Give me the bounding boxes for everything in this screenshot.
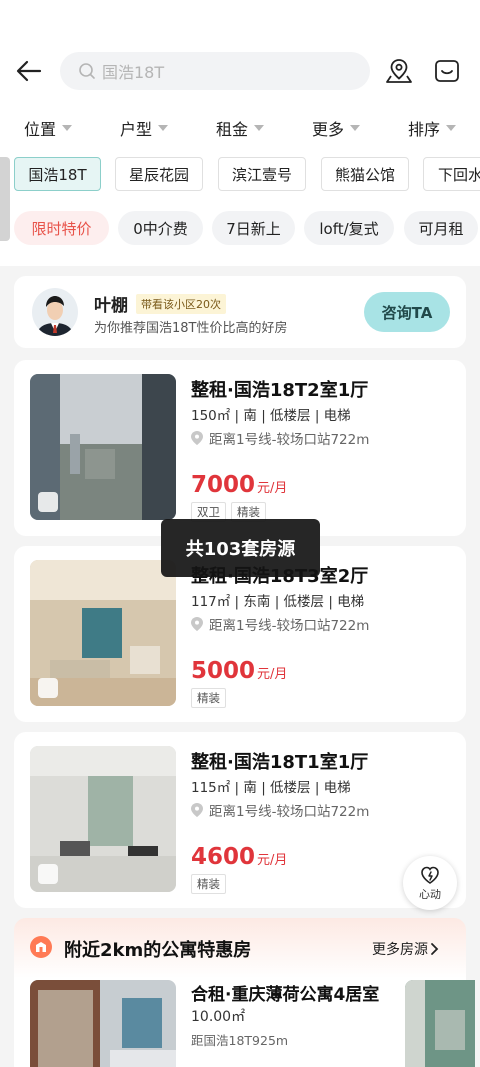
- listing-photo: [30, 560, 176, 706]
- chip-community[interactable]: 滨江壹号: [218, 157, 306, 191]
- chip-community[interactable]: 星辰花园: [115, 157, 203, 191]
- listing-meta: 150㎡ | 南 | 低楼层 | 电梯: [191, 408, 351, 424]
- result-count-toast: 共103套房源: [161, 519, 320, 577]
- listing-label: 精装: [191, 688, 226, 708]
- filter-more[interactable]: 更多: [312, 116, 361, 140]
- map-location-icon[interactable]: [384, 56, 414, 86]
- nearby-area: 10.00㎡: [191, 1009, 246, 1025]
- dropdown-triangle-icon: [254, 125, 265, 131]
- dropdown-triangle-icon: [350, 125, 361, 131]
- top-area: 国浩18T 位置 户型 租金 更多 排序 国浩18T 星辰花园 滨江壹号 熊猫公…: [0, 0, 480, 266]
- location-pin-icon: [191, 617, 203, 631]
- tag-option[interactable]: loft/复式: [304, 211, 394, 245]
- vr-tour-icon: [38, 678, 58, 698]
- heart-icon: [421, 866, 439, 884]
- listing-distance: 距离1号线-较场口站722m: [191, 800, 369, 820]
- vr-tour-icon: [38, 492, 58, 512]
- apartment-icon: [30, 936, 52, 958]
- agent-card[interactable]: 叶棚 带看该小区20次 为你推荐国浩18T性价比高的好房 咨询TA: [14, 276, 466, 348]
- side-drawer-handle[interactable]: [0, 157, 10, 241]
- tag-promo[interactable]: 限时特价: [14, 211, 109, 245]
- agent-badge: 带看该小区20次: [136, 294, 226, 314]
- location-pin-icon: [191, 803, 203, 817]
- filter-layout[interactable]: 户型: [120, 116, 169, 140]
- filter-location[interactable]: 位置: [24, 116, 73, 140]
- tag-option[interactable]: 7日新上: [212, 211, 295, 245]
- dropdown-triangle-icon: [158, 125, 169, 131]
- nearby-title: 合租·重庆薄荷公寓4居室: [191, 985, 380, 1005]
- listing-title: 整租·国浩18T2室1厅: [191, 380, 369, 401]
- listing-meta: 115㎡ | 南 | 低楼层 | 电梯: [191, 780, 351, 796]
- agent-description: 为你推荐国浩18T性价比高的好房: [94, 321, 288, 336]
- dropdown-triangle-icon: [446, 125, 457, 131]
- chip-community[interactable]: 熊猫公馆: [321, 157, 409, 191]
- search-input[interactable]: 国浩18T: [60, 52, 370, 90]
- listing-card[interactable]: 整租·国浩18T1室1厅 115㎡ | 南 | 低楼层 | 电梯 距离1号线-较…: [14, 732, 466, 908]
- listing-photo: [30, 746, 176, 892]
- filter-sort[interactable]: 排序: [408, 116, 457, 140]
- listing-price: 4600 元/月: [191, 844, 288, 870]
- filter-rent[interactable]: 租金: [216, 116, 265, 140]
- location-pin-icon: [191, 431, 203, 445]
- quick-tags: 限时特价 0中介费 7日新上 loft/复式 可月租: [0, 211, 480, 247]
- listing-labels: 精装: [191, 874, 231, 894]
- nearby-photo[interactable]: [30, 980, 176, 1067]
- listing-price: 7000 元/月: [191, 472, 288, 498]
- listing-distance: 距离1号线-较场口站722m: [191, 614, 369, 634]
- chevron-right-icon: [431, 943, 439, 955]
- favorite-float-button[interactable]: 心动: [403, 856, 457, 910]
- community-chips: 国浩18T 星辰花园 滨江壹号 熊猫公馆 下回水: [0, 157, 480, 193]
- listing-label: 精装: [191, 874, 226, 894]
- avatar: [32, 288, 78, 336]
- search-icon: [79, 63, 95, 79]
- section-title: 附近2km的公寓特惠房: [64, 940, 252, 961]
- more-listings-link[interactable]: 更多房源: [372, 939, 440, 959]
- message-icon[interactable]: [432, 56, 462, 86]
- listing-price: 5000 元/月: [191, 658, 288, 684]
- listing-card[interactable]: 整租·国浩18T2室1厅 150㎡ | 南 | 低楼层 | 电梯 距离1号线-较…: [14, 360, 466, 536]
- nearby-distance: 距国浩18T925m: [191, 1033, 289, 1048]
- agent-name: 叶棚: [94, 296, 128, 316]
- listing-meta: 117㎡ | 东南 | 低楼层 | 电梯: [191, 594, 365, 610]
- back-arrow-icon[interactable]: [14, 56, 44, 86]
- vr-tour-icon: [38, 864, 58, 884]
- nearby-photo[interactable]: [405, 980, 475, 1067]
- nearby-apartments-section: 附近2km的公寓特惠房 更多房源 合租·重庆薄荷公寓4居室 10.00㎡ 距国浩…: [14, 918, 475, 1067]
- tag-option[interactable]: 0中介费: [118, 211, 203, 245]
- dropdown-triangle-icon: [62, 125, 73, 131]
- listing-distance: 距离1号线-较场口站722m: [191, 428, 369, 448]
- listing-labels: 精装: [191, 688, 231, 708]
- listing-title: 整租·国浩18T1室1厅: [191, 752, 369, 773]
- consult-button[interactable]: 咨询TA: [364, 292, 450, 332]
- chip-community[interactable]: 国浩18T: [14, 157, 101, 191]
- chip-community[interactable]: 下回水: [423, 157, 480, 191]
- search-placeholder: 国浩18T: [102, 63, 165, 82]
- tag-option[interactable]: 可月租: [404, 211, 478, 245]
- filter-bar: 位置 户型 租金 更多 排序: [0, 116, 480, 142]
- listing-photo: [30, 374, 176, 520]
